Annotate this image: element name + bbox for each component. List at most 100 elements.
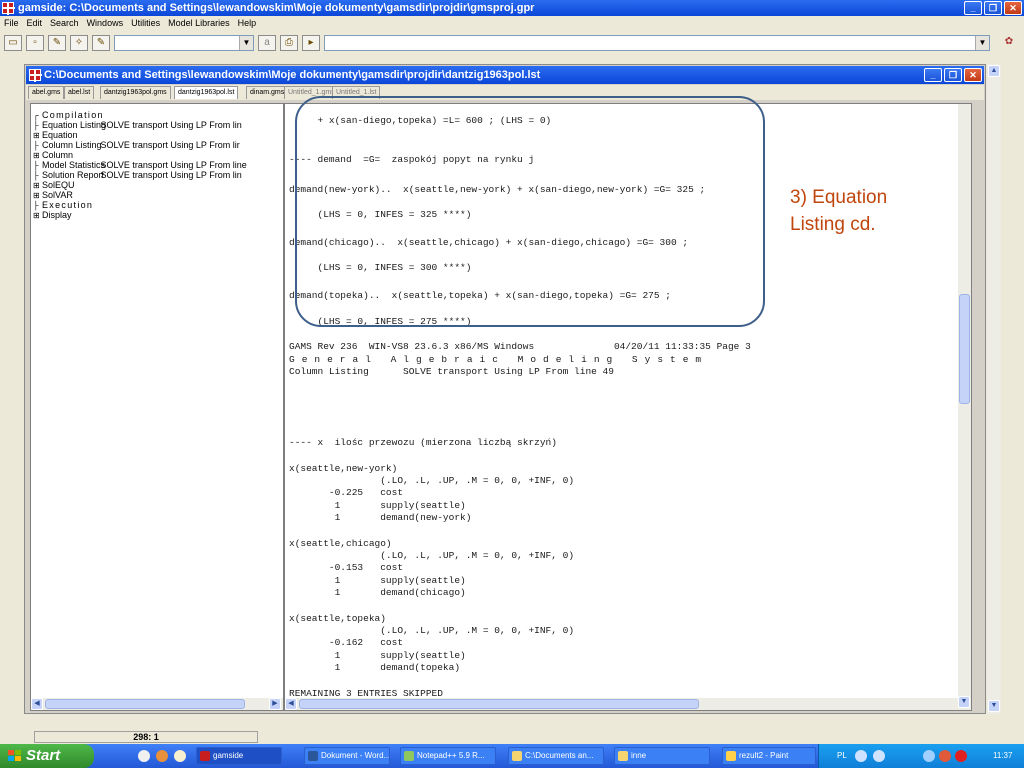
clock[interactable]: 11:37: [993, 744, 1012, 768]
paint-icon: [726, 751, 736, 761]
menu-help[interactable]: Help: [238, 16, 257, 30]
child-minimize-button[interactable]: _: [924, 68, 942, 82]
listing-window-title: C:\Documents and Settings\lewandowskim\M…: [44, 69, 541, 81]
listing-line: 1 supply(seattle): [289, 500, 466, 511]
child-close-button[interactable]: ✕: [964, 68, 982, 82]
menu-model-libraries[interactable]: Model Libraries: [168, 16, 230, 30]
listing-line: ---- x ilośc przewozu (mierzona liczbą s…: [289, 437, 557, 448]
language-indicator[interactable]: PL: [837, 744, 847, 768]
listing-line: 1 supply(seattle): [289, 575, 466, 586]
system-tray: PL 11:37: [818, 744, 1024, 768]
taskbar-item-paint[interactable]: rezult2 - Paint: [722, 747, 816, 765]
taskbar-item-gamside[interactable]: gamside: [196, 747, 282, 765]
menu-windows[interactable]: Windows: [87, 16, 124, 30]
search-combo[interactable]: ▼: [324, 35, 990, 51]
highlight-rounded-box: [295, 96, 765, 327]
cursor-position: 298: 1: [34, 731, 258, 743]
gamside-app-icon: [2, 2, 15, 15]
tray-icon[interactable]: [923, 750, 935, 762]
network-icon[interactable]: [855, 750, 867, 762]
app-title-bar[interactable]: gamside: C:\Documents and Settings\lewan…: [0, 0, 1024, 16]
menu-utilities[interactable]: Utilities: [131, 16, 160, 30]
gams-model-icon[interactable]: ✿: [1000, 35, 1018, 51]
taskbar-item-documents[interactable]: C:\Documents an...: [508, 747, 604, 765]
listing-line: -0.153 cost: [289, 562, 404, 573]
restore-button[interactable]: ❐: [984, 1, 1002, 15]
windows-logo-icon: [8, 750, 22, 762]
listing-hscroll-thumb[interactable]: [299, 699, 699, 709]
quicklaunch-icon[interactable]: [138, 750, 150, 762]
app-title: gamside: C:\Documents and Settings\lewan…: [18, 2, 535, 14]
child-restore-button[interactable]: ❐: [944, 68, 962, 82]
scroll-left-icon[interactable]: ◀: [285, 698, 297, 710]
listing-scroll-thumb[interactable]: [959, 294, 970, 404]
tab-abel-lst[interactable]: abel.lst: [64, 86, 95, 99]
listing-line: x(seattle,new-york): [289, 463, 398, 474]
expand-icon: ⊞: [33, 211, 40, 220]
listing-outline-tree: ┌ Compilation ├ Equation Listing SOLVE tra…: [30, 103, 284, 711]
taskbar-item-inne[interactable]: inne: [614, 747, 710, 765]
scroll-left-icon[interactable]: ◀: [31, 698, 43, 710]
listing-line: Column Listing SOLVE transport Using LP …: [289, 366, 614, 377]
tab-dantzig1963pol-lst[interactable]: dantzig1963pol.lst: [174, 86, 239, 99]
mdi-vertical-scrollbar[interactable]: ▲ ▼: [987, 64, 1001, 714]
folder-icon: [618, 751, 628, 761]
listing-line: 1 demand(new-york): [289, 512, 472, 523]
word-icon: [308, 751, 318, 761]
listing-line: GAMS Rev 236 WIN-VS8 23.6.3 x86/MS Windo…: [289, 341, 751, 352]
folder-icon: [512, 751, 522, 761]
model-icon[interactable]: ✧: [70, 35, 88, 51]
run-icon[interactable]: ✎: [48, 35, 66, 51]
run-with-options-icon[interactable]: ✎: [92, 35, 110, 51]
scroll-up-icon[interactable]: ▲: [988, 65, 1000, 77]
open-folder-icon[interactable]: ▭: [4, 35, 22, 51]
minimize-button[interactable]: _: [964, 1, 982, 15]
listing-line: -0.162 cost: [289, 637, 404, 648]
listing-line: x(seattle,chicago): [289, 538, 392, 549]
menu-search[interactable]: Search: [50, 16, 79, 30]
gamside-doc-icon: [29, 69, 42, 82]
taskbar-item-notepad[interactable]: Notepad++ 5.9 R...: [400, 747, 496, 765]
chevron-down-icon[interactable]: ▼: [239, 36, 253, 50]
listing-vertical-scrollbar[interactable]: ▼: [958, 104, 971, 710]
listing-line: 1 demand(chicago): [289, 587, 466, 598]
start-button[interactable]: Start: [0, 744, 94, 768]
tray-icon[interactable]: [939, 750, 951, 762]
listing-horizontal-scrollbar[interactable]: ◀: [285, 698, 958, 710]
tree-node-display[interactable]: ⊞ Display: [33, 210, 98, 221]
listing-line: General Algebraic Modeling System: [289, 354, 709, 365]
find-icon[interactable]: a: [258, 35, 276, 51]
tab-dantzig1963pol-gms[interactable]: dantzig1963pol.gms: [100, 86, 171, 99]
navigate-icon[interactable]: ▸: [302, 35, 320, 51]
scroll-down-icon[interactable]: ▼: [958, 696, 970, 708]
listing-line: (.LO, .L, .UP, .M = 0, 0, +INF, 0): [289, 475, 575, 486]
toolbar: ▭ ▫ ✎ ✧ ✎ ▼ a ⎙ ▸ ▼ ✿: [0, 32, 1024, 54]
listing-line: x(seattle,topeka): [289, 613, 386, 624]
tab-dinam-gms[interactable]: dinam.gms: [246, 86, 289, 99]
save-icon[interactable]: ▫: [26, 35, 44, 51]
listing-line: 1 demand(topeka): [289, 662, 461, 673]
listing-line: (.LO, .L, .UP, .M = 0, 0, +INF, 0): [289, 550, 575, 561]
listing-window-title-bar[interactable]: C:\Documents and Settings\lewandowskim\M…: [26, 66, 984, 84]
tray-icon[interactable]: [955, 750, 967, 762]
options-combo[interactable]: ▼: [114, 35, 254, 51]
tree-scroll-thumb[interactable]: [45, 699, 245, 709]
status-bar: 298: 1: [0, 730, 1024, 744]
close-button[interactable]: ✕: [1004, 1, 1022, 15]
gamside-icon: [200, 751, 210, 761]
menu-edit[interactable]: Edit: [27, 16, 43, 30]
listing-line: (.LO, .L, .UP, .M = 0, 0, +INF, 0): [289, 625, 575, 636]
tray-icon[interactable]: [873, 750, 885, 762]
print-icon[interactable]: ⎙: [280, 35, 298, 51]
taskbar-item-word[interactable]: Dokument - Word...: [304, 747, 390, 765]
chevron-down-icon[interactable]: ▼: [975, 36, 989, 50]
scroll-down-icon[interactable]: ▼: [988, 700, 1000, 712]
tree-horizontal-scrollbar[interactable]: ◀ ▶: [31, 698, 283, 710]
menu-file[interactable]: File: [4, 16, 19, 30]
listing-line: -0.225 cost: [289, 487, 404, 498]
scroll-right-icon[interactable]: ▶: [269, 698, 281, 710]
tab-abel-gms[interactable]: abel.gms: [28, 86, 65, 99]
notepad-icon: [404, 751, 414, 761]
firefox-icon[interactable]: [156, 750, 168, 762]
quicklaunch-icon[interactable]: [174, 750, 186, 762]
